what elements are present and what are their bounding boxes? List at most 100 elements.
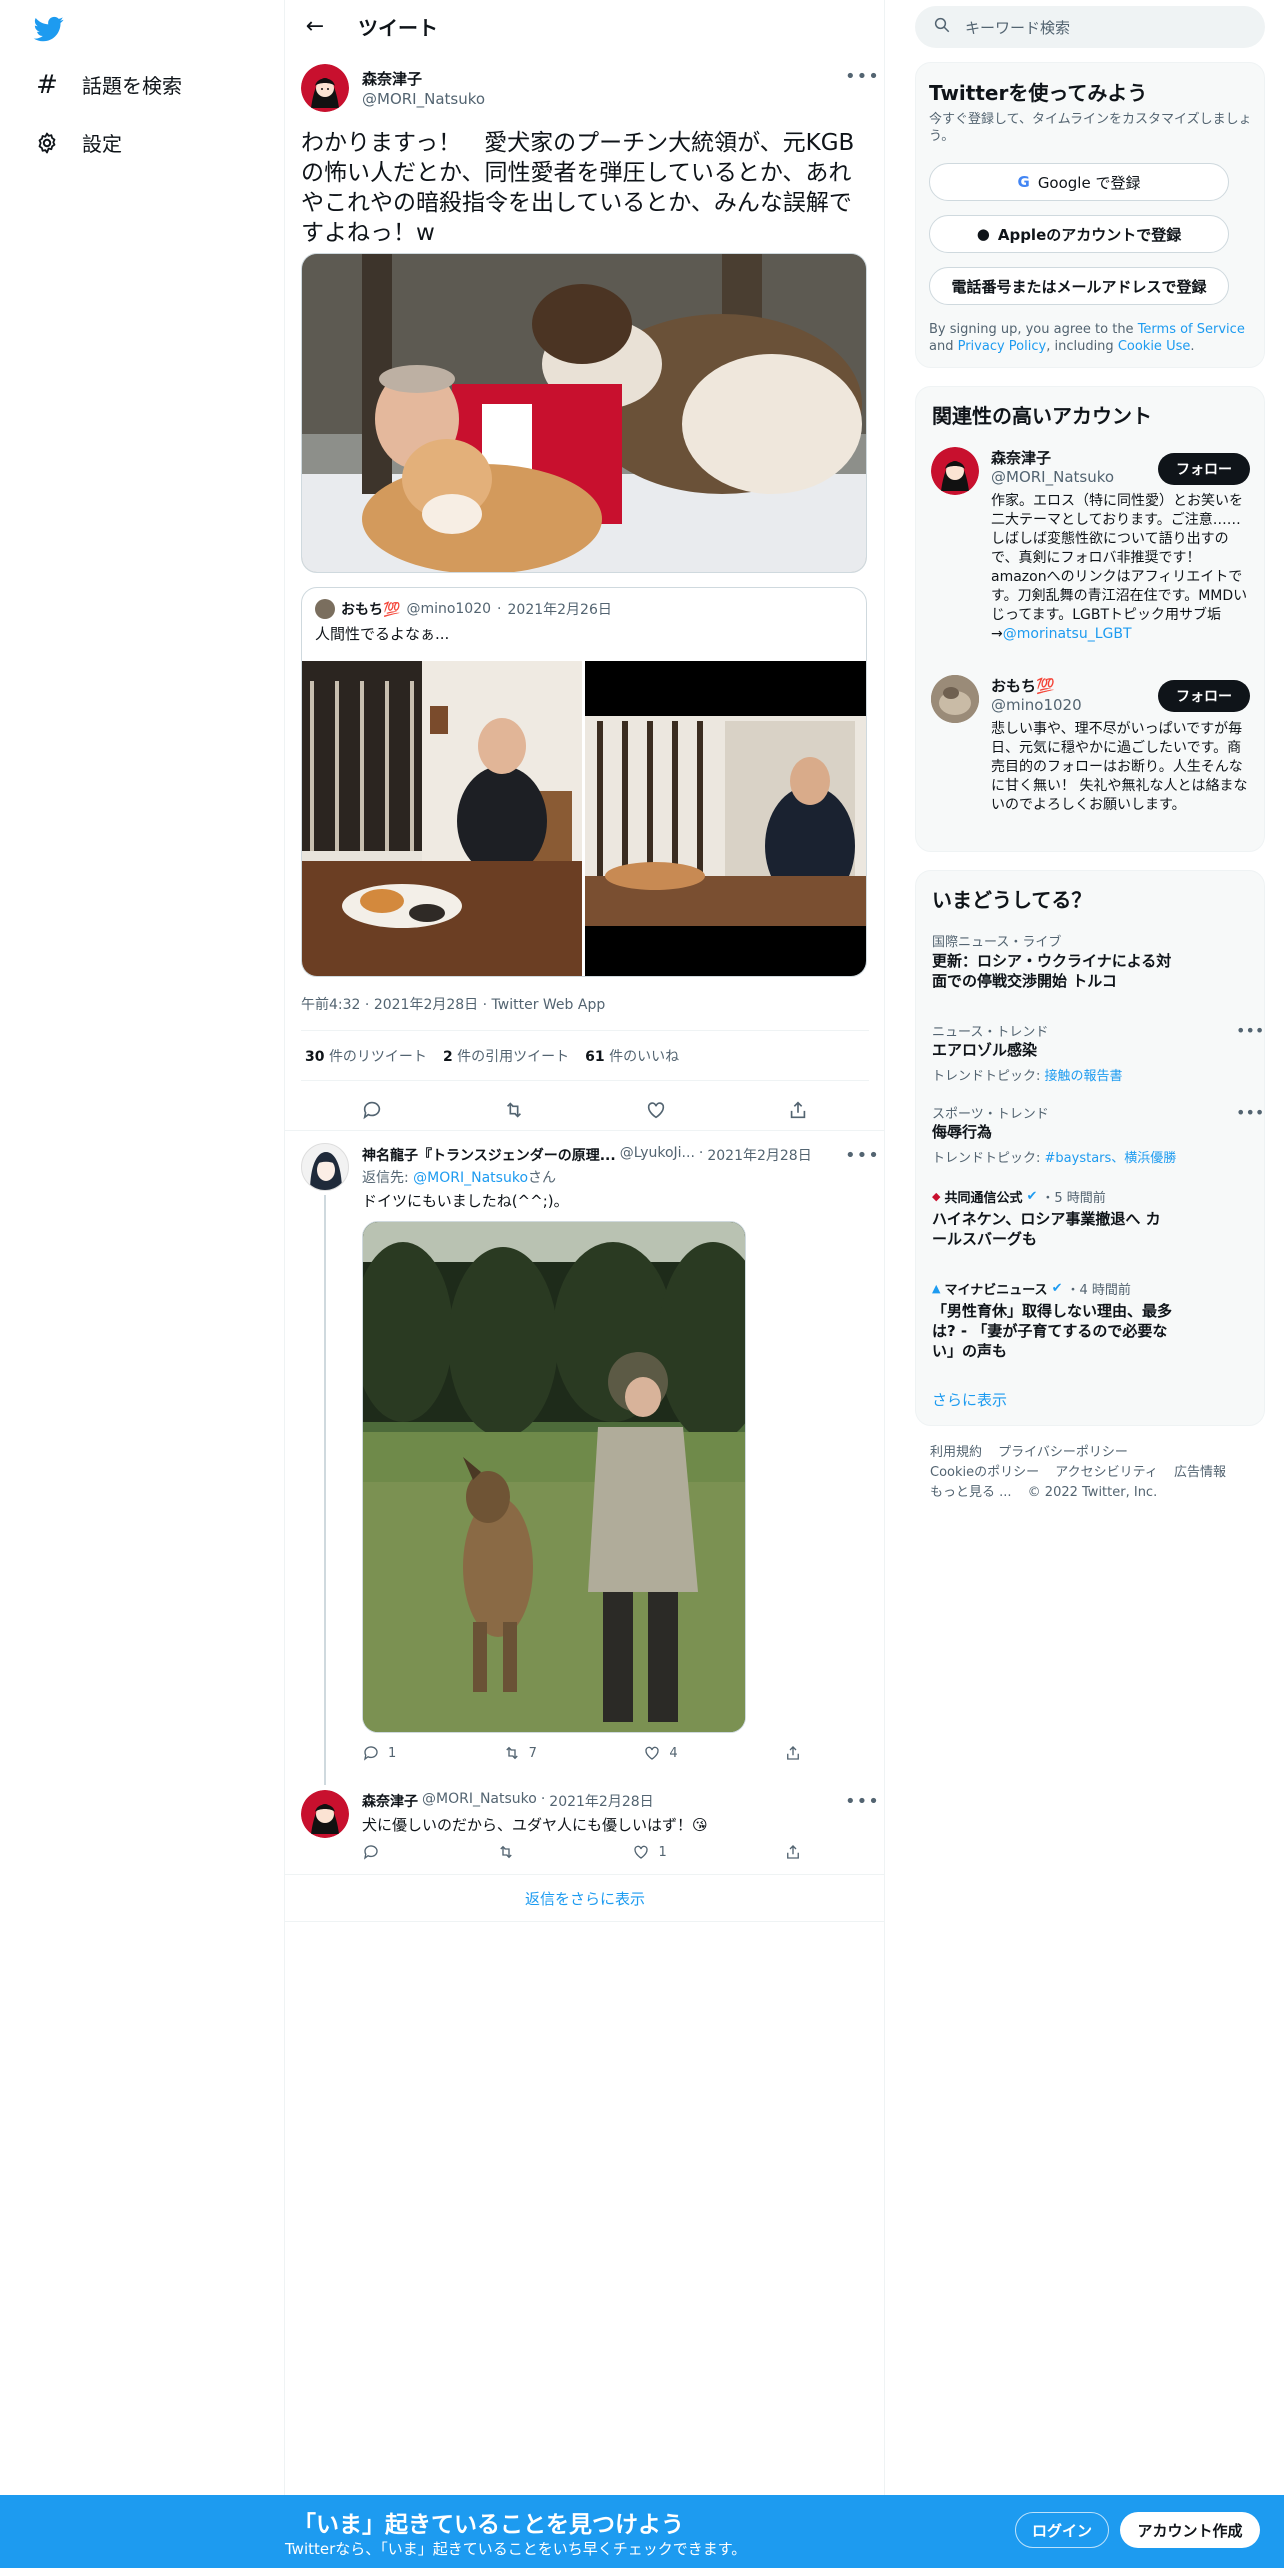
share-icon xyxy=(787,1845,799,1859)
reply-author-handle[interactable]: @LyukoJi... xyxy=(620,1145,695,1165)
more-options-icon[interactable]: ••• xyxy=(1236,1103,1264,1122)
reply-actions: 1 7 4 xyxy=(362,1744,802,1762)
reply-author-name[interactable]: 森奈津子 xyxy=(362,1791,418,1811)
reply-retweet-button[interactable]: 7 xyxy=(503,1744,537,1762)
account-name[interactable]: おもち💯 xyxy=(991,675,1055,696)
bio-link[interactable]: @morinatsu_LGBT xyxy=(1003,626,1132,642)
account-avatar[interactable] xyxy=(931,447,979,495)
reply-to-line: 返信先: @MORI_Natsukoさん xyxy=(362,1170,557,1186)
trend-item[interactable]: スポーツ・トレンド ••• 侮辱行為 トレンドトピック: #baystars、横… xyxy=(916,1103,1264,1173)
reply-actions: 1 xyxy=(362,1843,802,1861)
header: ← ツイート xyxy=(285,0,885,54)
reply-date[interactable]: 2021年2月28日 xyxy=(707,1145,811,1165)
quote-count[interactable]: 2 件の引用ツイート xyxy=(443,1046,569,1066)
quoted-photo-2[interactable] xyxy=(585,661,866,976)
phone-signup-button[interactable]: 電話番号またはメールアドレスで登録 xyxy=(929,267,1229,305)
reply-author-handle[interactable]: @MORI_Natsuko xyxy=(422,1791,537,1811)
reply-tweet[interactable]: 森奈津子 @MORI_Natsuko · 2021年2月28日 ••• 犬に優し… xyxy=(285,1771,885,1874)
quoted-tweet-header: おもち💯 @mino1020 · 2021年2月26日 xyxy=(315,599,612,619)
twitter-logo-icon[interactable] xyxy=(32,14,66,44)
search-placeholder: キーワード検索 xyxy=(965,18,1071,37)
google-signup-button[interactable]: G Google で登録 xyxy=(929,163,1229,201)
nav-explore[interactable]: # 話題を検索 xyxy=(34,70,182,99)
more-options-icon[interactable]: ••• xyxy=(845,1147,880,1165)
reply-avatar[interactable] xyxy=(301,1790,349,1838)
footer-link[interactable]: Cookieのポリシー xyxy=(930,1465,1039,1480)
more-options-icon[interactable]: ••• xyxy=(1236,1021,1264,1040)
quoted-date: 2021年2月26日 xyxy=(507,602,612,618)
tweet-time[interactable]: 午前4:32 xyxy=(301,997,360,1013)
reply-icon[interactable] xyxy=(355,1093,389,1127)
reply-like-button[interactable]: 1 xyxy=(632,1843,667,1861)
account-handle[interactable]: @mino1020 xyxy=(991,696,1082,714)
trend-item[interactable]: 国際ニュース・ライブ 更新：ロシア・ウクライナによる対面での停戦交渉開始 トルコ xyxy=(916,931,1264,1001)
account-handle[interactable]: @MORI_Natsuko xyxy=(991,468,1114,486)
more-options-icon[interactable]: ••• xyxy=(845,68,880,86)
footer-link[interactable]: 広告情報 xyxy=(1174,1465,1226,1480)
follow-button[interactable]: フォロー xyxy=(1158,680,1250,712)
reply-comment-button[interactable] xyxy=(362,1843,380,1861)
more-options-icon[interactable]: ••• xyxy=(845,1793,880,1811)
account-avatar[interactable] xyxy=(931,675,979,723)
tweet-photo[interactable] xyxy=(301,253,867,573)
reply-author-name[interactable]: 神名龍子『トランスジェンダーの原理... xyxy=(362,1145,616,1165)
signup-subtitle: 今すぐ登録して、タイムラインをカスタマイズしましょう。 xyxy=(929,112,1252,144)
like-icon xyxy=(634,1845,649,1859)
reply-like-count: 1 xyxy=(658,1844,667,1860)
quoted-avatar xyxy=(315,599,335,619)
footer-more-link[interactable]: もっと見る ... xyxy=(930,1485,1012,1500)
verified-badge-icon: ✔ xyxy=(1051,1281,1063,1296)
tweet-client[interactable]: Twitter Web App xyxy=(492,997,606,1013)
like-count[interactable]: 61 件のいいね xyxy=(585,1046,679,1066)
retweet-count[interactable]: 30 件のリツイート xyxy=(305,1046,427,1066)
reply-like-button[interactable]: 4 xyxy=(643,1744,678,1762)
nav-explore-label: 話題を検索 xyxy=(82,74,182,98)
reply-tweet[interactable]: 神名龍子『トランスジェンダーの原理... @LyukoJi... · 2021年… xyxy=(285,1131,885,1785)
thread-line xyxy=(324,1195,326,1785)
author-avatar[interactable] xyxy=(301,64,349,112)
retweet-icon[interactable] xyxy=(497,1093,531,1127)
reply-to-link[interactable]: @MORI_Natsuko xyxy=(413,1170,528,1186)
nav-settings[interactable]: 設定 xyxy=(34,128,122,157)
account-name[interactable]: 森奈津子 xyxy=(991,447,1051,468)
reply-avatar[interactable] xyxy=(301,1143,349,1191)
quoted-tweet[interactable]: おもち💯 @mino1020 · 2021年2月26日 人間性でるよなぁ... xyxy=(301,587,867,977)
footer-link[interactable]: アクセシビリティ xyxy=(1055,1465,1158,1480)
copyright: © 2022 Twitter, Inc. xyxy=(1027,1485,1158,1500)
login-button[interactable]: ログイン xyxy=(1015,2512,1109,2548)
reply-retweet-button[interactable] xyxy=(497,1843,515,1861)
apple-icon: ● xyxy=(976,225,990,243)
news-item[interactable]: ◆ 共同通信公式 ✔ ・5 時間前 ハイネケン、ロシア事業撤退へ カールスバーグ… xyxy=(916,1187,1264,1267)
show-more-trends-link[interactable]: さらに表示 xyxy=(932,1390,1007,1410)
search-box[interactable]: キーワード検索 xyxy=(915,6,1265,48)
show-more-replies-link[interactable]: 返信をさらに表示 xyxy=(285,1874,885,1922)
reply-photo[interactable] xyxy=(362,1221,746,1733)
relevant-title: 関連性の高いアカウント xyxy=(932,404,1152,428)
tweet-date[interactable]: 2021年2月28日 xyxy=(374,997,478,1013)
footer-link[interactable]: 利用規約 xyxy=(930,1445,982,1460)
trend-item[interactable]: ニュース・トレンド ••• エアロゾル感染 トレンドトピック: 接触の報告書 xyxy=(916,1021,1264,1091)
author-name[interactable]: 森奈津子 xyxy=(362,68,422,89)
terms-link[interactable]: Terms of Service xyxy=(1138,322,1245,337)
tweet-text: わかりますっ！ 愛犬家のプーチン大統領が、元KGBの怖い人だとか、同性愛者を弾圧… xyxy=(301,130,855,246)
signup-button[interactable]: アカウント作成 xyxy=(1120,2512,1260,2548)
share-icon[interactable] xyxy=(781,1093,815,1127)
gear-icon xyxy=(34,130,60,156)
privacy-link[interactable]: Privacy Policy xyxy=(958,339,1047,354)
reply-share-button[interactable] xyxy=(784,1843,802,1861)
like-icon[interactable] xyxy=(639,1093,673,1127)
cookie-link[interactable]: Cookie Use xyxy=(1118,339,1191,354)
account-bio: 悲しい事や、理不尽がいっぱいですが毎日、元気に穏やかに過ごしたいです。商売目的の… xyxy=(991,721,1248,813)
news-item[interactable]: ▲ マイナビニュース ✔ ・4 時間前 「男性育休」取得しない理由、最多は? -… xyxy=(916,1279,1264,1379)
reply-comment-button[interactable]: 1 xyxy=(362,1744,396,1762)
quoted-photo-1[interactable] xyxy=(302,661,582,976)
back-arrow-icon[interactable]: ← xyxy=(301,13,329,41)
reply-share-button[interactable] xyxy=(784,1744,802,1762)
footer-link[interactable]: プライバシーポリシー xyxy=(998,1445,1128,1460)
source-logo-icon: ◆ xyxy=(932,1190,941,1203)
author-handle[interactable]: @MORI_Natsuko xyxy=(362,90,485,108)
reply-date[interactable]: 2021年2月28日 xyxy=(549,1791,653,1811)
follow-button[interactable]: フォロー xyxy=(1158,453,1250,485)
source-logo-icon: ▲ xyxy=(932,1282,941,1295)
apple-signup-button[interactable]: ● Appleのアカウントで登録 xyxy=(929,215,1229,253)
